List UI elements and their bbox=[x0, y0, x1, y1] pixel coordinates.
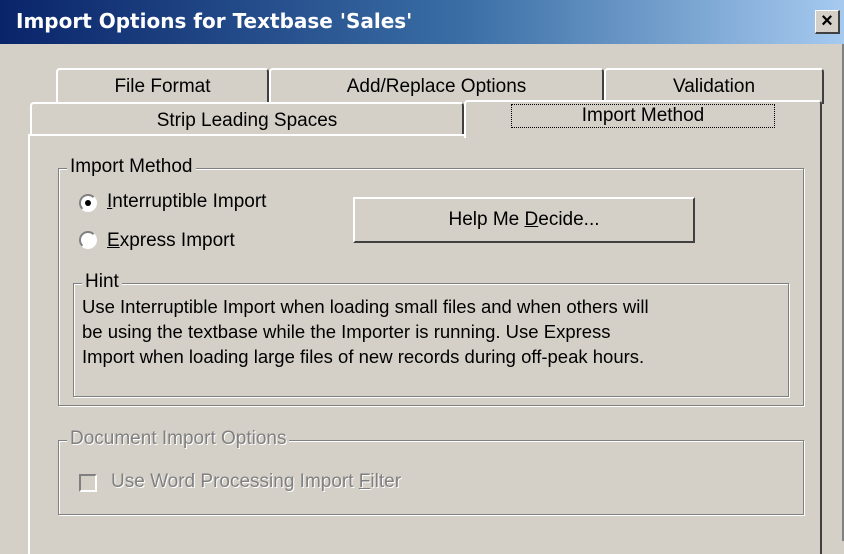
tab-label: Add/Replace Options bbox=[346, 76, 527, 97]
import-method-group-label: Import Method bbox=[67, 156, 196, 178]
tab-label: Validation bbox=[672, 76, 756, 97]
tab-add-replace-options[interactable]: Add/Replace Options bbox=[269, 68, 604, 104]
word-processing-filter-label[interactable]: Use Word Processing Import Filter bbox=[111, 471, 401, 493]
hint-line: Use Interruptible Import when loading sm… bbox=[82, 296, 649, 317]
tab-file-format[interactable]: File Format bbox=[56, 68, 269, 104]
interruptible-import-radio[interactable] bbox=[79, 194, 97, 212]
document-import-options-group: Document Import Options Use Word Process… bbox=[58, 428, 804, 515]
tab-import-method[interactable]: Import Method bbox=[464, 100, 822, 138]
hint-line: Import when loading large files of new r… bbox=[82, 346, 645, 367]
express-import-radio[interactable] bbox=[79, 231, 97, 249]
word-processing-filter-checkbox[interactable] bbox=[79, 474, 97, 492]
import-method-group: Import Method Interruptible Import Expre… bbox=[58, 156, 804, 406]
tab-label: File Format bbox=[114, 76, 211, 97]
tab-label: Import Method bbox=[510, 104, 776, 128]
close-icon: × bbox=[821, 10, 833, 32]
tab-strip-leading-spaces[interactable]: Strip Leading Spaces bbox=[30, 102, 464, 136]
express-import-label[interactable]: Express Import bbox=[107, 230, 235, 252]
tab-label: Strip Leading Spaces bbox=[156, 110, 338, 131]
document-import-options-label: Document Import Options bbox=[67, 428, 290, 450]
title-bar: Import Options for Textbase 'Sales' × bbox=[0, 0, 844, 44]
close-button[interactable]: × bbox=[815, 10, 840, 34]
hint-group: Hint Use Interruptible Import when loadi… bbox=[73, 271, 789, 397]
hint-label: Hint bbox=[82, 271, 122, 293]
window-title: Import Options for Textbase 'Sales' bbox=[16, 9, 413, 33]
hint-line: be using the textbase while the Importer… bbox=[82, 321, 611, 342]
radio-selected-dot bbox=[85, 200, 91, 206]
tab-validation[interactable]: Validation bbox=[604, 68, 824, 104]
interruptible-import-label[interactable]: Interruptible Import bbox=[107, 191, 266, 213]
help-me-decide-button[interactable]: Help Me Decide... bbox=[353, 197, 695, 243]
hint-text: Use Interruptible Import when loading sm… bbox=[82, 294, 772, 369]
import-method-panel: Import Method Interruptible Import Expre… bbox=[28, 134, 822, 554]
